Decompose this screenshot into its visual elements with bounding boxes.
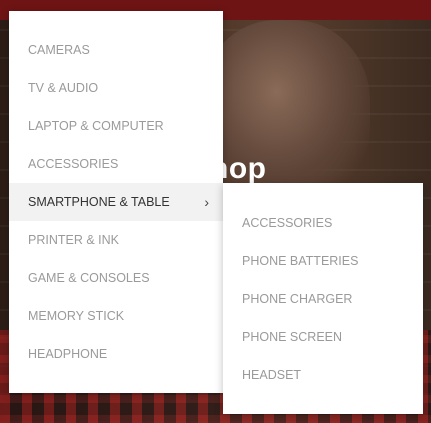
menu-item-label: HEADPHONE	[28, 347, 108, 361]
menu-item-label: PRINTER & INK	[28, 233, 119, 247]
menu-item-label: ACCESSORIES	[28, 157, 119, 171]
menu-item-label: MEMORY STICK	[28, 309, 125, 323]
menu-item-label: GAME & CONSOLES	[28, 271, 150, 285]
menu-item-laptop-computer[interactable]: LAPTOP & COMPUTER	[9, 107, 223, 145]
submenu-item-phone-screen[interactable]: PHONE SCREEN	[223, 318, 423, 356]
menu-item-label: SMARTPHONE & TABLE	[28, 195, 170, 209]
menu-item-label: LAPTOP & COMPUTER	[28, 119, 164, 133]
category-menu: CAMERAS TV & AUDIO LAPTOP & COMPUTER ACC…	[9, 11, 223, 393]
submenu-item-headset[interactable]: HEADSET	[223, 356, 423, 394]
submenu-item-phone-charger[interactable]: PHONE CHARGER	[223, 280, 423, 318]
menu-item-label: TV & AUDIO	[28, 81, 99, 95]
menu-item-game-consoles[interactable]: GAME & CONSOLES	[9, 259, 223, 297]
menu-item-accessories[interactable]: ACCESSORIES	[9, 145, 223, 183]
menu-item-label: CAMERAS	[28, 43, 90, 57]
submenu-item-phone-batteries[interactable]: PHONE BATTERIES	[223, 242, 423, 280]
menu-item-tv-audio[interactable]: TV & AUDIO	[9, 69, 223, 107]
menu-item-cameras[interactable]: CAMERAS	[9, 31, 223, 69]
menu-item-printer-ink[interactable]: PRINTER & INK	[9, 221, 223, 259]
menu-item-smartphone-table[interactable]: SMARTPHONE & TABLE ›	[9, 183, 223, 221]
menu-item-memory-stick[interactable]: MEMORY STICK	[9, 297, 223, 335]
submenu-item-accessories[interactable]: ACCESSORIES	[223, 204, 423, 242]
chevron-right-icon: ›	[204, 194, 209, 210]
smartphone-submenu: ACCESSORIES PHONE BATTERIES PHONE CHARGE…	[223, 183, 423, 414]
menu-item-headphone[interactable]: HEADPHONE	[9, 335, 223, 373]
